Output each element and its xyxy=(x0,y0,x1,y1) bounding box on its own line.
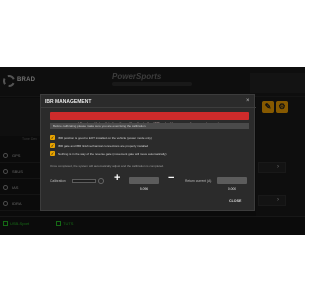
return-current-value: 0.000 xyxy=(227,187,237,191)
close-button[interactable]: CLOSE xyxy=(229,199,241,203)
title-divider xyxy=(41,107,256,108)
checkbox-icon[interactable]: ✓ xyxy=(50,143,55,148)
return-current-label: Return current (A) xyxy=(185,179,212,183)
checklist-item-2: IBR gate and IBR link/mechanical connect… xyxy=(58,144,149,148)
calibration-value: 5.096 xyxy=(139,187,149,191)
note-text: Before calibrating please make sure you … xyxy=(53,124,147,128)
checklist-item-3: Nothing is in the way of the reverse gat… xyxy=(58,152,167,156)
calibration-indicator xyxy=(98,178,104,184)
decrease-button[interactable]: − xyxy=(168,172,174,184)
increase-button[interactable]: + xyxy=(114,172,120,184)
note-banner: Before calibrating please make sure you … xyxy=(50,123,249,129)
checkbox-icon[interactable]: ✓ xyxy=(50,135,55,140)
calibration-label: Calibration xyxy=(50,179,66,183)
checkbox-icon[interactable]: ✓ xyxy=(50,151,55,156)
warning-banner: Warning: Using this function will activa… xyxy=(50,112,249,126)
ibr-management-dialog: IBR MANAGEMENT × Warning: Using this fun… xyxy=(40,94,256,211)
calibration-value-field[interactable]: 5.096 xyxy=(129,177,159,191)
dialog-title: IBR MANAGEMENT xyxy=(45,99,92,105)
calibration-progress xyxy=(72,179,96,183)
application-window: BRAD PowerSports Tune Dev GPS SBUS IAS I… xyxy=(0,67,305,235)
checklist-item-1: IBR position is good to EOT installed on… xyxy=(58,136,152,140)
close-icon[interactable]: × xyxy=(246,98,250,104)
return-current-field[interactable]: 0.000 xyxy=(217,177,247,191)
info-text: Once completed, the system will automati… xyxy=(50,164,165,168)
